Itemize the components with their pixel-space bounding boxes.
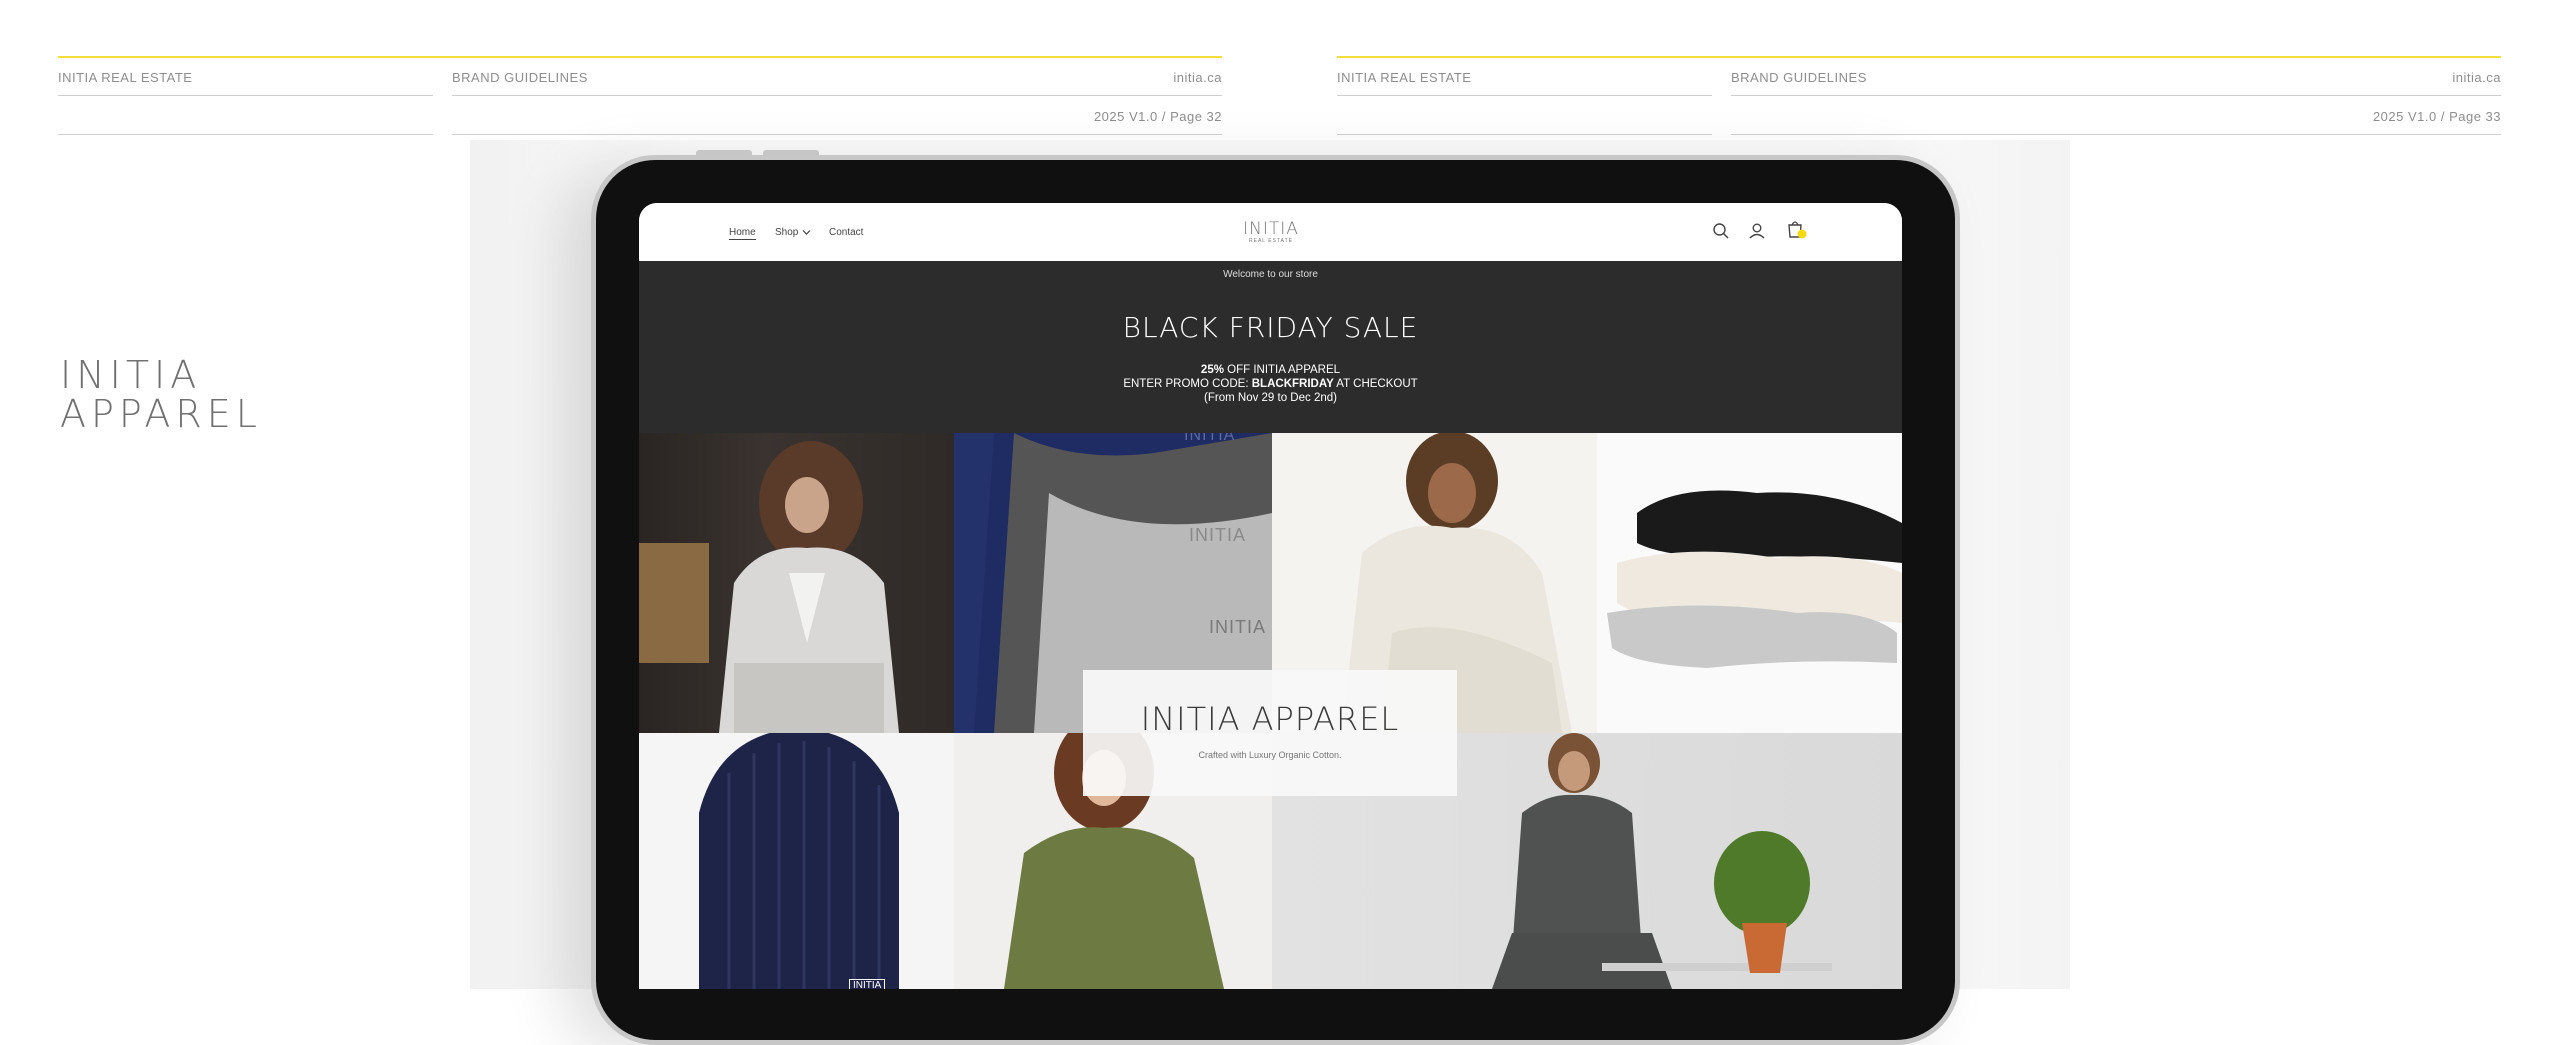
product-grid: INITIA INITIA INITIA INITIA INITIA APPAR… xyxy=(639,433,1902,989)
promo-prefix: ENTER PROMO CODE: xyxy=(1123,378,1252,390)
header-rule xyxy=(1337,95,1712,96)
header-rule xyxy=(1731,134,2501,135)
offer-text: OFF INITIA APPAREL xyxy=(1223,364,1341,376)
sale-banner: Welcome to our store BLACK FRIDAY SALE 2… xyxy=(639,261,1902,433)
sale-headline: BLACK FRIDAY SALE xyxy=(1122,311,1419,344)
promo-dates: (From Nov 29 to Dec 2nd) xyxy=(1204,392,1337,404)
promo-code: BLACKFRIDAY xyxy=(1251,378,1334,390)
section-title: INITIA APPAREL xyxy=(60,356,262,434)
store-logo[interactable]: INITIA REAL ESTATE xyxy=(1239,219,1303,244)
header-company: INITIA REAL ESTATE xyxy=(1337,70,1472,85)
header-rule xyxy=(452,134,1222,135)
header-company: INITIA REAL ESTATE xyxy=(58,70,193,85)
sweater-print: INITIA xyxy=(1184,433,1236,444)
header-section: BRAND GUIDELINES xyxy=(452,70,588,85)
store-nav: Home Shop Contact INITIA REAL ESTATE xyxy=(639,203,1902,261)
hero-card: INITIA APPAREL Crafted with Luxury Organ… xyxy=(1083,670,1457,796)
sweater-print: INITIA xyxy=(1189,525,1247,545)
store-logo-main: INITIA xyxy=(1243,219,1299,239)
section-title-line2: APPAREL xyxy=(60,392,262,436)
tablet-screen: Home Shop Contact INITIA REAL ESTATE Wel… xyxy=(639,203,1902,989)
header-accent-line xyxy=(1337,56,2501,58)
promo-details: 25% OFF INITIA APPAREL ENTER PROMO CODE:… xyxy=(639,363,1902,405)
welcome-text: Welcome to our store xyxy=(1223,269,1318,280)
beanie-tag: INITIA xyxy=(849,979,886,989)
header-rule xyxy=(58,134,433,135)
hero-tagline: Crafted with Luxury Organic Cotton. xyxy=(1198,750,1342,760)
hero-title: INITIA APPAREL xyxy=(1140,700,1400,738)
photo-navy-beanie[interactable]: INITIA xyxy=(639,733,954,989)
nav-shop-link[interactable]: Shop xyxy=(775,227,798,238)
header-site: initia.ca xyxy=(1173,70,1222,85)
header-rule xyxy=(1337,134,1712,135)
promo-suffix: AT CHECKOUT xyxy=(1333,378,1418,390)
account-icon[interactable] xyxy=(1746,220,1768,242)
chevron-down-icon[interactable] xyxy=(802,229,811,236)
header-version-page: 2025 V1.0 / Page 33 xyxy=(2372,109,2501,124)
header-site: initia.ca xyxy=(2452,70,2501,85)
search-icon[interactable] xyxy=(1710,220,1732,242)
header-version-page: 2025 V1.0 / Page 32 xyxy=(1093,109,1222,124)
header-rule xyxy=(1731,95,2501,96)
page-header-left: INITIA REAL ESTATE BRAND GUIDELINES init… xyxy=(58,56,1222,136)
header-rule xyxy=(452,95,1222,96)
nav-contact-link[interactable]: Contact xyxy=(829,227,863,238)
header-accent-line xyxy=(58,56,1222,58)
page-header-right: INITIA REAL ESTATE BRAND GUIDELINES init… xyxy=(1337,56,2501,136)
photo-model-grey-suit[interactable] xyxy=(639,433,954,733)
section-title-line1: INITIA xyxy=(60,353,202,397)
cart-icon[interactable] xyxy=(1785,218,1807,240)
sweater-print: INITIA xyxy=(1209,617,1267,637)
header-section: BRAND GUIDELINES xyxy=(1731,70,1867,85)
header-rule xyxy=(58,95,433,96)
offer-percent: 25% xyxy=(1200,364,1224,376)
nav-home-link[interactable]: Home xyxy=(729,227,756,240)
photo-folded-apparel[interactable] xyxy=(1597,433,1902,733)
